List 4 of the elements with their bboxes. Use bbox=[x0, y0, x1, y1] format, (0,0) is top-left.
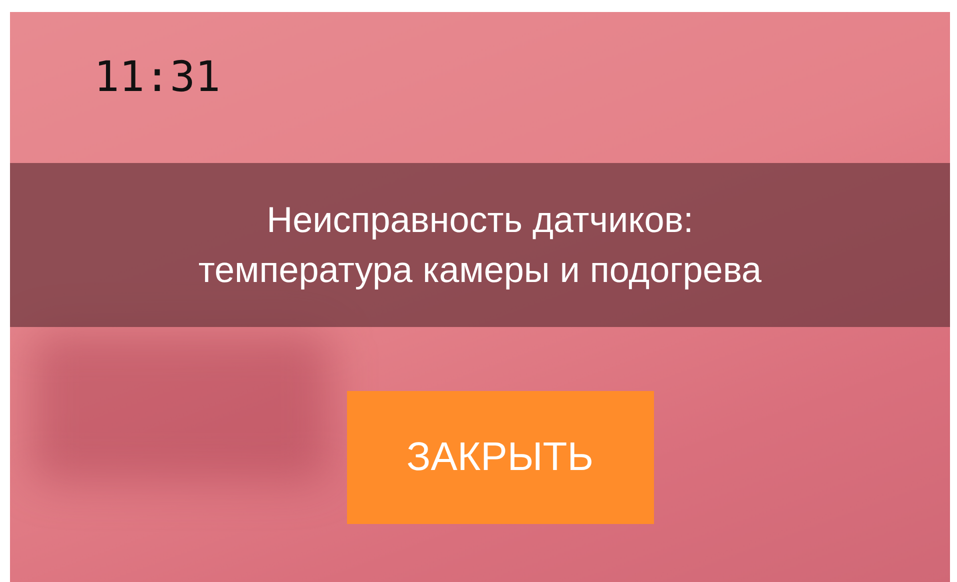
alert-message: Неисправность датчиков: bbox=[266, 198, 694, 242]
alert-message: температура камеры и подогрева bbox=[198, 248, 762, 292]
close-button[interactable]: ЗАКРЫТЬ bbox=[346, 391, 654, 524]
clock-time: 11:31 bbox=[94, 56, 220, 103]
